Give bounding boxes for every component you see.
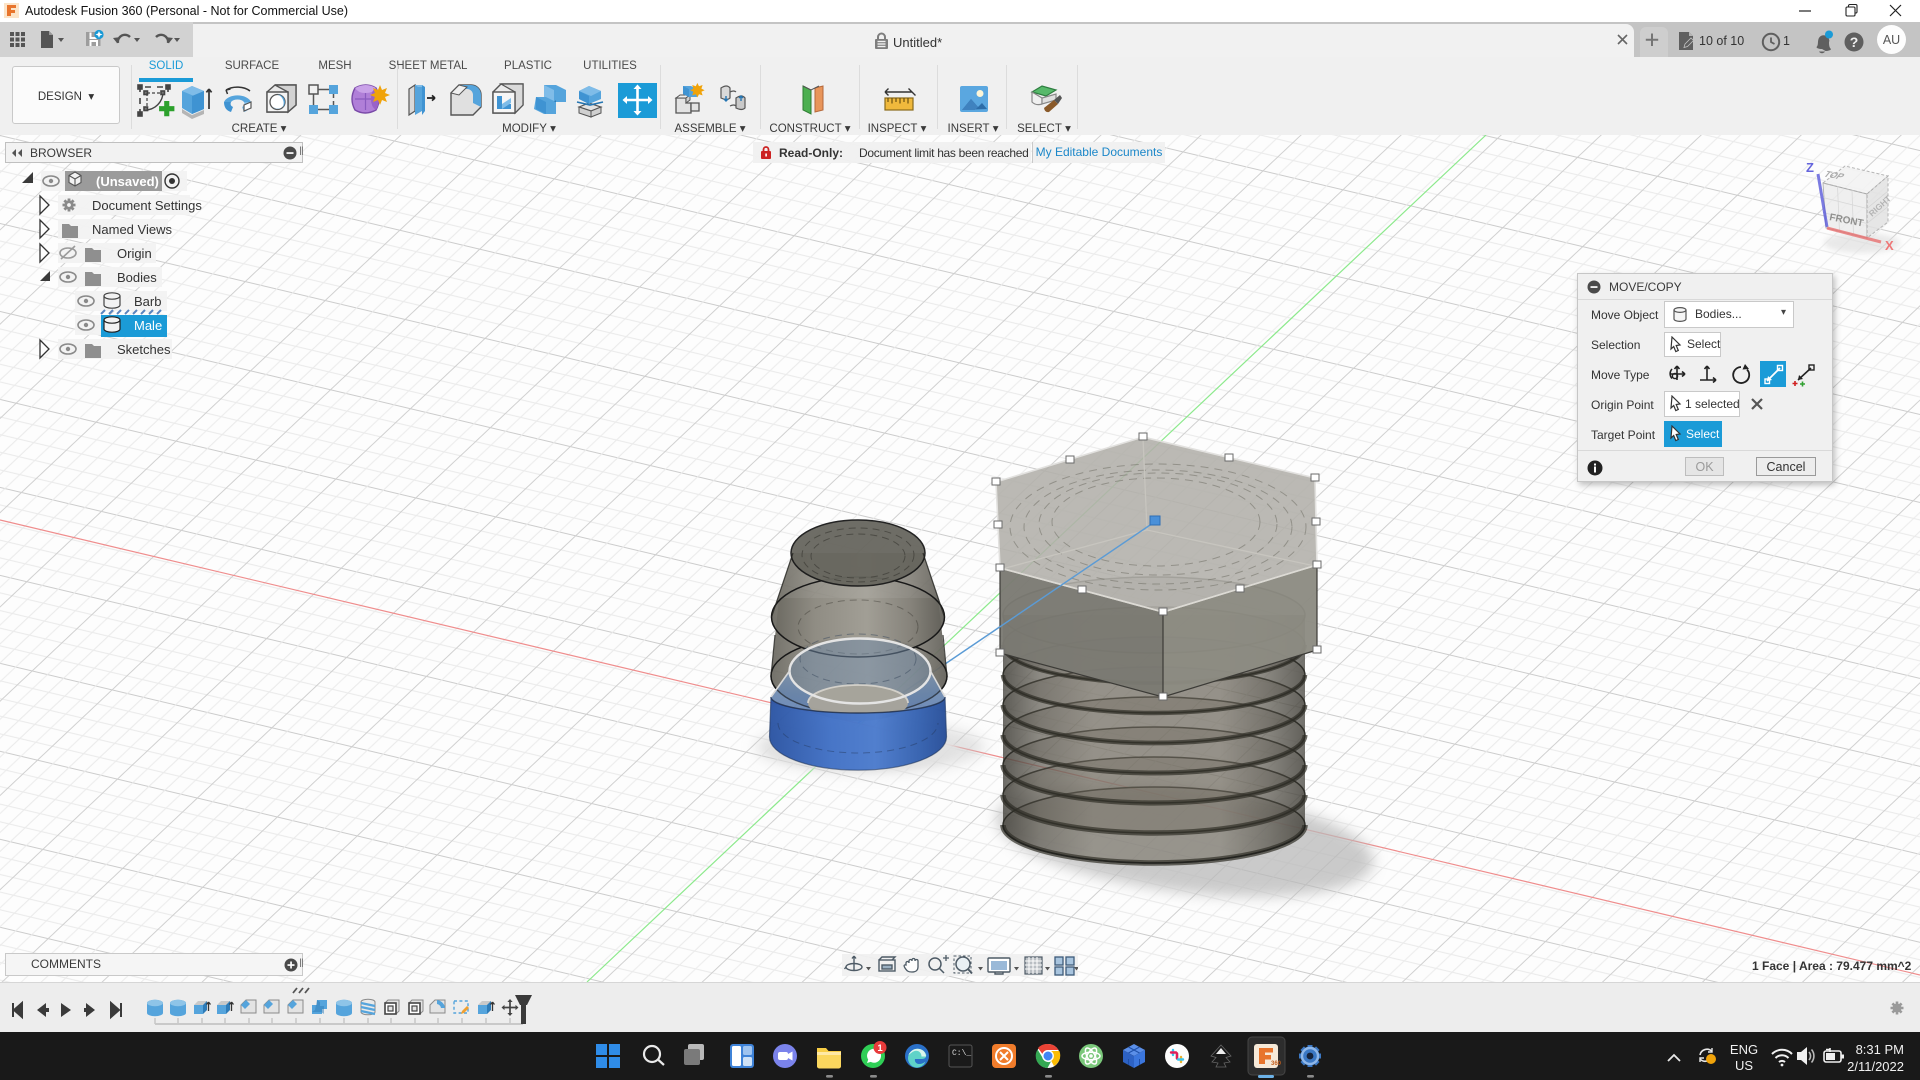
svg-text:Sketches: Sketches — [117, 342, 171, 357]
svg-text:Z: Z — [1806, 160, 1814, 175]
svg-text:X: X — [1885, 238, 1894, 253]
svg-text:Document Settings: Document Settings — [92, 198, 202, 213]
svg-text:Named Views: Named Views — [92, 222, 172, 237]
svg-text:1: 1 — [877, 1043, 883, 1054]
svg-text:Origin: Origin — [117, 246, 152, 261]
svg-text:360: 360 — [1271, 1061, 1282, 1067]
svg-text:Male: Male — [134, 318, 162, 333]
svg-text:US: US — [1735, 1058, 1753, 1073]
svg-text:ENG: ENG — [1730, 1042, 1758, 1057]
svg-text:C:\_: C:\_ — [952, 1049, 971, 1058]
svg-text:2/11/2022: 2/11/2022 — [1847, 1059, 1904, 1074]
svg-text:8:31 PM: 8:31 PM — [1856, 1042, 1904, 1057]
svg-text:Bodies: Bodies — [117, 270, 157, 285]
svg-text:(Unsaved): (Unsaved) — [96, 174, 159, 189]
svg-text:Barb: Barb — [134, 294, 161, 309]
svg-text:?: ? — [1850, 34, 1859, 50]
